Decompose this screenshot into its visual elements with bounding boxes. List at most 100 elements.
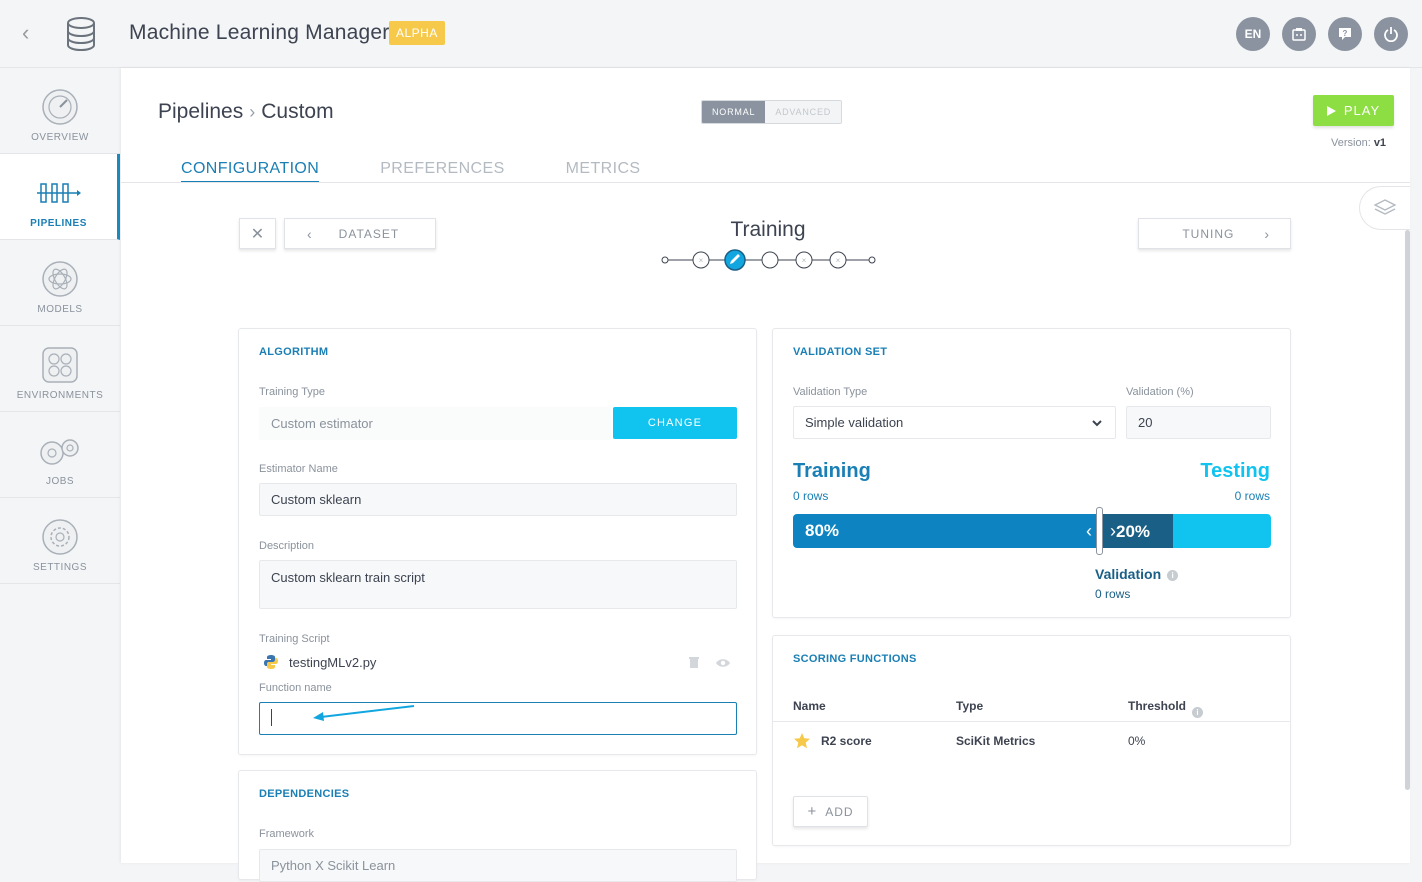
database-icon [67, 17, 95, 52]
settings-icon [42, 519, 78, 555]
tab-bar: CONFIGURATION PREFERENCES METRICS [181, 160, 640, 183]
sidebar-item-environments[interactable]: ENVIRONMENTS [0, 326, 120, 412]
step-start-dot [661, 256, 669, 264]
sidebar-item-models[interactable]: MODELS [0, 240, 120, 326]
step-title: Training [730, 218, 806, 241]
sidebar-item-label: MODELS [37, 304, 83, 315]
function-name-label: Function name [259, 682, 332, 694]
sidebar-item-label: OVERVIEW [31, 132, 89, 143]
change-button[interactable]: CHANGE [613, 407, 737, 439]
training-type-label: Training Type [259, 386, 326, 398]
eye-icon[interactable] [715, 658, 731, 668]
sidebar-item-label: PIPELINES [30, 218, 87, 229]
main-panel: Pipelines › Custom NORMAL ADVANCED PLAY Ve… [121, 68, 1410, 882]
add-scoring-button[interactable]: + ADD [793, 796, 868, 827]
training-type-field: Custom estimator [259, 407, 611, 440]
chevron-left-icon: ‹ [1086, 521, 1092, 541]
tab-preferences[interactable]: PREFERENCES [380, 160, 504, 183]
help-icon[interactable]: ? [1328, 17, 1362, 51]
plus-icon: + [807, 803, 818, 820]
score-threshold: 0% [1128, 734, 1146, 748]
validation-type-value: Simple validation [805, 415, 904, 430]
column-type: Type [956, 699, 984, 713]
next-step-button[interactable]: TUNING › [1138, 218, 1291, 249]
play-label: PLAY [1343, 103, 1381, 118]
validation-percent-input[interactable]: 20 [1126, 406, 1271, 439]
mode-toggle: NORMAL ADVANCED [701, 100, 843, 124]
sidebar-item-overview[interactable]: OVERVIEW [0, 68, 120, 154]
training-script-file[interactable]: testingMLv2.py [289, 655, 376, 670]
chevron-down-icon [1092, 420, 1102, 427]
sidebar: OVERVIEW PIPELINES MODELS ENVIRONMENTS J… [0, 68, 120, 585]
info-icon[interactable]: i [1192, 707, 1204, 718]
validation-type-select[interactable]: Simple validation [793, 406, 1116, 439]
python-icon [264, 655, 278, 669]
clipboard-icon[interactable] [1282, 17, 1316, 51]
testing-heading: Testing [1200, 460, 1270, 482]
breadcrumb: Pipelines › Custom [158, 100, 334, 124]
power-icon[interactable] [1374, 17, 1408, 51]
layers-icon [1374, 199, 1396, 215]
algorithm-title: ALGORITHM [259, 346, 329, 358]
training-heading: Training [793, 460, 871, 482]
column-threshold: Threshold i [1128, 699, 1204, 718]
star-icon[interactable] [793, 732, 811, 750]
sidebar-item-jobs[interactable]: JOBS [0, 412, 120, 498]
breadcrumb-current: Custom [261, 100, 334, 123]
split-bar: 80% ‹ ›20% [793, 514, 1271, 548]
app-title: Machine Learning Manager [129, 21, 390, 44]
validation-percent-label: Validation (%) [1126, 386, 1194, 398]
info-icon[interactable]: i [1167, 569, 1179, 581]
svg-text:?: ? [1343, 29, 1348, 38]
svg-text:×: × [699, 256, 704, 265]
step-dot [761, 251, 779, 269]
close-icon: ✕ [250, 225, 265, 243]
table-row[interactable]: R2 score SciKit Metrics 0% [773, 726, 1290, 758]
validation-heading-label: Validation [1095, 566, 1162, 582]
tab-metrics[interactable]: METRICS [566, 160, 641, 183]
mode-advanced-button[interactable]: ADVANCED [765, 101, 842, 123]
estimator-name-label: Estimator Name [259, 463, 338, 475]
estimator-name-input[interactable]: Custom sklearn [259, 483, 737, 516]
score-name: R2 score [821, 734, 872, 748]
framework-label: Framework [259, 828, 315, 840]
column-name: Name [793, 699, 826, 713]
training-rows: 0 rows [793, 489, 829, 503]
framework-field[interactable]: Python X Scikit Learn [259, 849, 737, 882]
add-label: ADD [825, 804, 854, 819]
breadcrumb-pipelines[interactable]: Pipelines [158, 100, 243, 123]
validation-split-segment: ›20% [1098, 514, 1173, 548]
alpha-badge: ALPHA [389, 21, 445, 45]
split-handle[interactable] [1096, 507, 1103, 555]
scoring-functions-title: SCORING FUNCTIONS [793, 653, 917, 665]
back-icon[interactable]: ‹ [22, 20, 46, 46]
scrollbar[interactable] [1405, 230, 1410, 790]
description-textarea[interactable]: Custom sklearn train script [259, 560, 737, 609]
validation-rows: 0 rows [1095, 587, 1131, 601]
previous-step-button[interactable]: ‹ DATASET [284, 218, 436, 249]
scoring-functions-card: SCORING FUNCTIONS Name Type Threshold i R… [772, 635, 1291, 846]
dependencies-title: DEPENDENCIES [259, 788, 350, 800]
tab-configuration[interactable]: CONFIGURATION [181, 160, 320, 183]
step-progress: × × × [661, 249, 876, 271]
validation-percent: 20% [1116, 522, 1151, 541]
tab-divider [121, 182, 1410, 183]
language-button[interactable]: EN [1236, 17, 1270, 51]
testing-rows: 0 rows [1234, 489, 1270, 503]
training-percent: 80% [805, 521, 840, 540]
sidebar-item-settings[interactable]: SETTINGS [0, 498, 120, 584]
close-button[interactable]: ✕ [239, 218, 276, 249]
mode-normal-button[interactable]: NORMAL [702, 101, 766, 123]
step-end-dot [868, 256, 876, 264]
testing-split-segment [1173, 514, 1271, 548]
sidebar-item-label: JOBS [45, 476, 75, 487]
training-script-label: Training Script [259, 633, 330, 645]
play-button[interactable]: PLAY [1313, 95, 1394, 126]
training-split-segment: 80% ‹ [793, 514, 1098, 548]
scoring-table-header: Name Type Threshold i [773, 691, 1290, 722]
dependencies-card: DEPENDENCIES Framework Python X Scikit L… [238, 770, 757, 882]
trash-icon[interactable] [688, 656, 700, 669]
algorithm-card: ALGORITHM Training Type Custom estimator… [238, 328, 757, 755]
sidebar-item-pipelines[interactable]: PIPELINES [0, 154, 120, 240]
layers-button[interactable] [1359, 186, 1410, 230]
